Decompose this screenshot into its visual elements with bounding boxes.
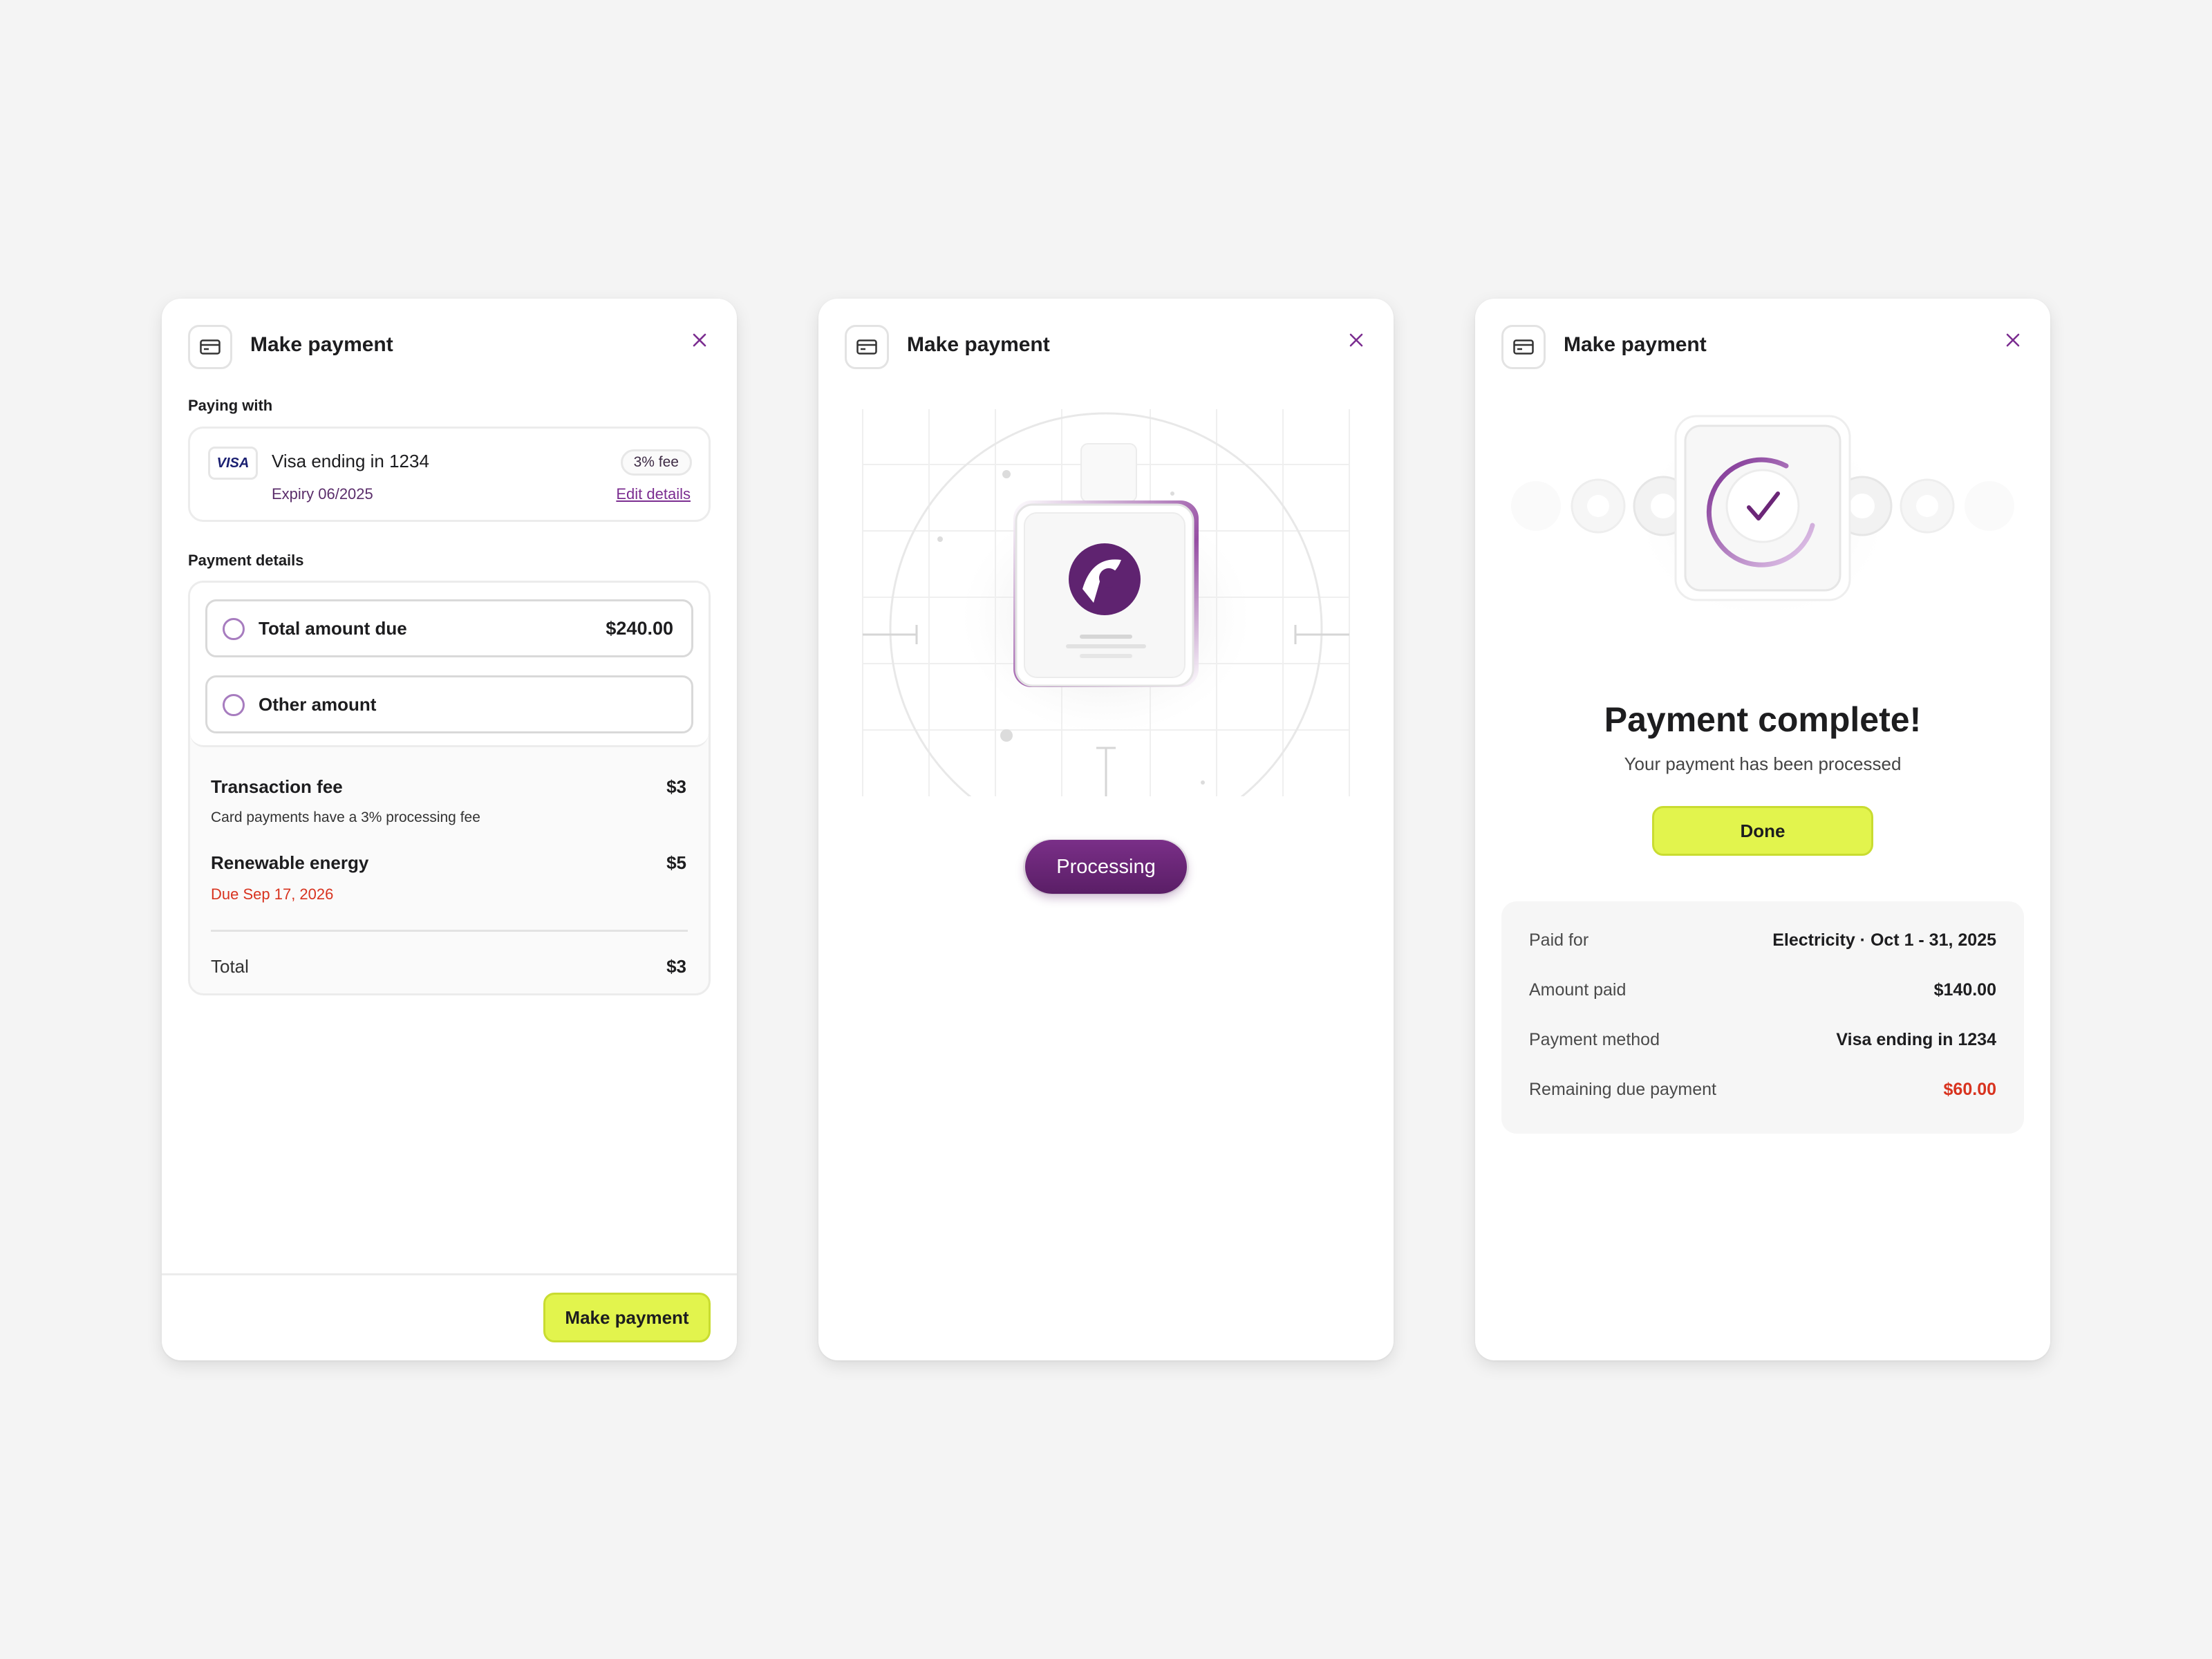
- transaction-fee-amount: $3: [666, 776, 686, 797]
- summary-value: $140.00: [1933, 980, 1996, 1000]
- payment-summary: Paid for Electricity · Oct 1 - 31, 2025 …: [1501, 901, 2024, 1134]
- edit-details-link[interactable]: Edit details: [616, 485, 691, 503]
- payment-processing-panel: Make payment Processing: [818, 299, 1394, 1360]
- transaction-fee-label: Transaction fee: [211, 776, 343, 797]
- payment-form-panel: Make payment Paying with VISA Visa endin…: [162, 299, 737, 1360]
- visa-logo: VISA: [208, 447, 258, 480]
- panel-title: Make payment: [907, 333, 1050, 356]
- done-button[interactable]: Done: [1652, 806, 1873, 856]
- payment-details-label: Payment details: [188, 552, 304, 569]
- card-name: Visa ending in 1234: [272, 451, 429, 471]
- processing-illustration: [862, 409, 1350, 796]
- panel-title: Make payment: [1564, 333, 1707, 356]
- payment-complete-panel: Make payment Payment complete! Your paym…: [1475, 299, 2050, 1360]
- divider: [211, 930, 688, 932]
- close-icon[interactable]: [686, 326, 713, 354]
- payment-method-card: VISA Visa ending in 1234 Expiry 06/2025 …: [188, 427, 711, 522]
- processing-label: Processing: [1025, 840, 1187, 894]
- summary-value: Electricity · Oct 1 - 31, 2025: [1772, 930, 1996, 950]
- radio-button[interactable]: [223, 618, 245, 640]
- summary-label: Paid for: [1529, 930, 1589, 950]
- option-label: Other amount: [259, 694, 377, 715]
- payment-complete-heading: Payment complete!: [1604, 700, 1922, 739]
- processing-status: Processing: [1023, 839, 1189, 894]
- payment-complete-subheading: Your payment has been processed: [1624, 753, 1902, 774]
- option-total-amount-due[interactable]: Total amount due $240.00: [205, 599, 693, 657]
- option-label: Total amount due: [259, 618, 407, 639]
- credit-card-icon: [845, 325, 889, 369]
- close-icon[interactable]: [1342, 326, 1370, 354]
- renewable-energy-label: Renewable energy: [211, 852, 369, 873]
- credit-card-icon: [1501, 325, 1546, 369]
- total-amount: $3: [666, 956, 686, 977]
- success-illustration: [1511, 415, 2014, 610]
- card-expiry: Expiry 06/2025: [272, 485, 373, 503]
- footer-divider: [162, 1273, 737, 1275]
- total-label: Total: [211, 956, 249, 977]
- make-payment-button[interactable]: Make payment: [543, 1293, 711, 1342]
- radio-button[interactable]: [223, 694, 245, 716]
- summary-label: Remaining due payment: [1529, 1080, 1716, 1099]
- renewable-energy-amount: $5: [666, 852, 686, 873]
- paying-with-label: Paying with: [188, 397, 273, 414]
- renewable-energy-due: Due Sep 17, 2026: [211, 885, 334, 903]
- remaining-due-value: $60.00: [1943, 1080, 1996, 1099]
- option-other-amount[interactable]: Other amount: [205, 675, 693, 733]
- close-icon[interactable]: [1999, 326, 2027, 354]
- transaction-fee-note: Card payments have a 3% processing fee: [211, 809, 480, 825]
- credit-card-icon: [188, 325, 232, 369]
- fee-badge: 3% fee: [620, 449, 692, 476]
- summary-label: Payment method: [1529, 1030, 1660, 1049]
- panel-title: Make payment: [250, 333, 393, 356]
- payment-details-box: Total amount due $240.00 Other amount Tr…: [188, 581, 711, 995]
- option-amount: $240.00: [606, 618, 673, 639]
- brand-logo-icon: [1069, 543, 1141, 615]
- summary-label: Amount paid: [1529, 980, 1627, 1000]
- summary-value: Visa ending in 1234: [1836, 1030, 1996, 1049]
